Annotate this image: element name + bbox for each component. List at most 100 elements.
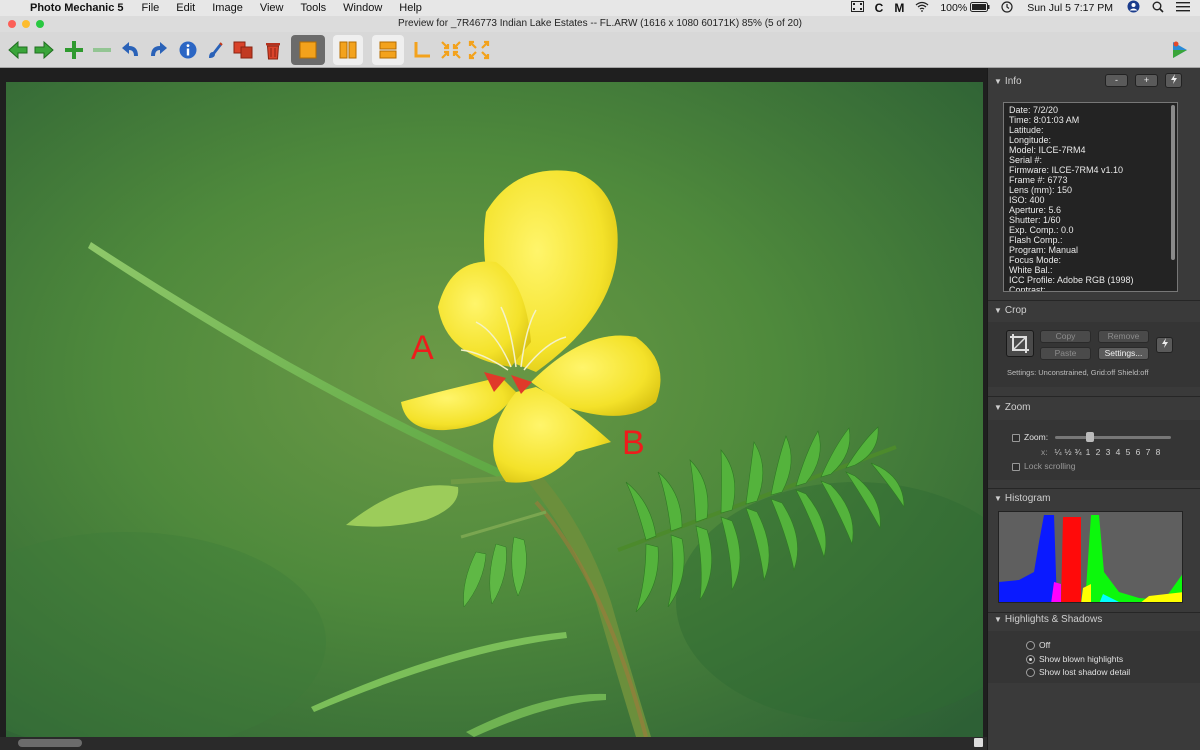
info-line: Frame #: 6773 <box>1009 175 1068 185</box>
single-view-button[interactable] <box>291 35 325 65</box>
info-decrease-button[interactable]: - <box>1105 74 1128 87</box>
side-by-side-view-button[interactable] <box>333 35 363 65</box>
zoom-slider-track[interactable] <box>1055 436 1171 439</box>
zoom-title: Zoom <box>1004 402 1031 413</box>
scrollbar-thumb[interactable] <box>18 739 82 747</box>
crop-section-header[interactable]: ▼ Crop <box>994 305 1027 316</box>
highlights-off-radio[interactable] <box>1026 641 1035 650</box>
crop-tool-button[interactable] <box>410 37 434 63</box>
spotlight-search-icon[interactable] <box>1152 1 1164 16</box>
photo-preview[interactable]: A B <box>6 82 983 737</box>
previous-photo-button[interactable] <box>6 37 30 63</box>
zoom-level-tick[interactable]: 7 <box>1144 447 1152 457</box>
crop-action-button[interactable] <box>1156 337 1173 353</box>
brush-icon <box>209 42 223 58</box>
menu-window[interactable]: Window <box>343 2 382 14</box>
stacked-view-button[interactable] <box>372 35 404 65</box>
time-machine-icon[interactable] <box>1001 0 1013 16</box>
zoom-level-tick[interactable]: 1 <box>1084 447 1092 457</box>
zoom-level-tick[interactable]: 2 <box>1094 447 1102 457</box>
show-lost-shadow-radio[interactable] <box>1026 668 1035 677</box>
crop-copy-button[interactable]: Copy <box>1040 330 1091 343</box>
zoom-level-tick[interactable]: 3 <box>1104 447 1112 457</box>
info-line: Latitude: <box>1009 125 1044 135</box>
crop-remove-button[interactable]: Remove <box>1098 330 1149 343</box>
info-section-header[interactable]: ▼ Info <box>994 76 1022 87</box>
full-screen-button[interactable] <box>467 37 491 63</box>
rotate-right-icon <box>151 42 167 56</box>
zoom-level-tick[interactable]: ¼ <box>1054 447 1062 457</box>
disclosure-triangle-icon: ▼ <box>994 77 1002 86</box>
zoom-level-tick[interactable]: ½ <box>1064 447 1072 457</box>
info-line: Lens (mm): 150 <box>1009 185 1073 195</box>
info-line: Aperture: 5.6 <box>1009 205 1062 215</box>
show-blown-highlights-label: Show blown highlights <box>1039 654 1124 664</box>
zoom-window-button[interactable] <box>36 20 44 28</box>
zoom-label: Zoom: <box>1024 432 1049 442</box>
info-metadata-list[interactable]: Date: 7/2/20 Time: 8:01:03 AM Latitude: Lon… <box>1003 102 1178 292</box>
info-line: Flash Comp.: <box>1009 235 1063 245</box>
zoom-checkbox[interactable] <box>1012 434 1020 442</box>
wifi-icon[interactable] <box>915 1 929 15</box>
user-icon[interactable] <box>1127 0 1140 16</box>
image-viewer[interactable]: A B <box>0 68 987 750</box>
crop-settings-button[interactable]: Settings... <box>1098 347 1149 360</box>
window-title-bar: Preview for _7R46773 Indian Lake Estates… <box>0 16 1200 32</box>
show-blown-highlights-radio[interactable] <box>1026 655 1035 664</box>
disclosure-triangle-icon: ▼ <box>994 306 1002 315</box>
minimize-window-button[interactable] <box>22 20 30 28</box>
app-menu[interactable]: Photo Mechanic 5 <box>30 2 124 14</box>
lock-scrolling-checkbox[interactable] <box>1012 463 1020 471</box>
rotate-right-button[interactable] <box>146 37 170 63</box>
copy-photo-button[interactable] <box>231 37 255 63</box>
rotate-left-button[interactable] <box>119 37 143 63</box>
info-line: Model: ILCE-7RM4 <box>1009 145 1086 155</box>
zoom-level-ticks: ¼½¾12345678 <box>1054 447 1162 457</box>
zoom-level-tick[interactable]: 4 <box>1114 447 1122 457</box>
crop-tool-toggle[interactable] <box>1006 330 1034 357</box>
info-line: Focus Mode: <box>1009 255 1062 265</box>
crop-settings-summary: Settings: Unconstrained, Grid:off Shield… <box>1007 368 1149 377</box>
resize-corner[interactable] <box>974 738 983 747</box>
film-icon[interactable] <box>850 1 864 15</box>
zoom-level-tick[interactable]: 6 <box>1134 447 1142 457</box>
crop-paste-button[interactable]: Paste <box>1040 347 1091 360</box>
crop-title: Crop <box>1004 305 1027 316</box>
inspector-panel: ▼ Info - + Date: 7/2/20 Time: 8:01:03 AM La… <box>987 68 1200 750</box>
info-button[interactable] <box>176 37 200 63</box>
toolbar <box>0 32 1200 68</box>
histogram-section-header[interactable]: ▼ Histogram <box>994 493 1051 504</box>
info-increase-button[interactable]: + <box>1135 74 1158 87</box>
battery-icon[interactable] <box>970 1 990 15</box>
info-scrollbar[interactable] <box>1171 105 1175 260</box>
zoom-level-tick[interactable]: 8 <box>1154 447 1162 457</box>
c-app-icon[interactable]: C <box>875 1 884 15</box>
info-action-button[interactable] <box>1165 73 1182 88</box>
menu-file[interactable]: File <box>142 2 160 14</box>
menu-view[interactable]: View <box>260 2 284 14</box>
menu-tools[interactable]: Tools <box>300 2 326 14</box>
malwarebytes-icon[interactable]: M <box>894 1 904 15</box>
fit-to-window-button[interactable] <box>439 37 463 63</box>
copy-icon <box>233 41 253 59</box>
zoom-level-tick[interactable]: 5 <box>1124 447 1132 457</box>
next-photo-button[interactable] <box>32 37 56 63</box>
zoom-out-button[interactable] <box>90 37 114 63</box>
close-window-button[interactable] <box>8 20 16 28</box>
delete-button[interactable] <box>261 37 285 63</box>
menu-help[interactable]: Help <box>399 2 422 14</box>
menu-clock[interactable]: Sun Jul 5 7:17 PM <box>1027 2 1113 14</box>
info-title: Info <box>1004 76 1022 87</box>
highlights-section-header[interactable]: ▼ Highlights & Shadows <box>994 614 1102 625</box>
zoom-section-header[interactable]: ▼ Zoom <box>994 402 1030 413</box>
menu-image[interactable]: Image <box>212 2 243 14</box>
control-center-icon[interactable] <box>1176 1 1190 15</box>
zoom-level-tick[interactable]: ¾ <box>1074 447 1082 457</box>
rotate-left-icon <box>122 42 138 56</box>
edit-caption-button[interactable] <box>203 37 227 63</box>
menu-edit[interactable]: Edit <box>176 2 195 14</box>
app-logo-icon <box>1168 37 1192 63</box>
horizontal-scrollbar[interactable] <box>0 737 987 750</box>
zoom-in-button[interactable] <box>62 37 86 63</box>
zoom-slider-thumb[interactable] <box>1086 432 1094 442</box>
